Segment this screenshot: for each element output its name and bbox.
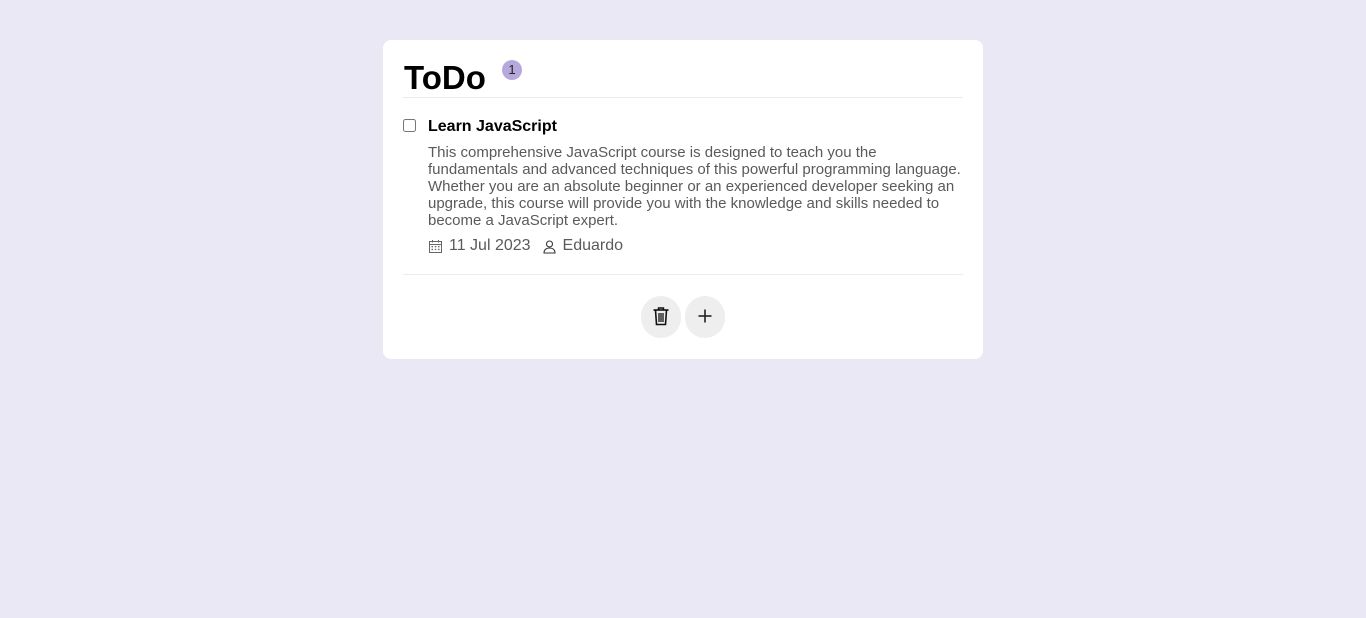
action-bar [383,296,983,338]
delete-button[interactable] [641,296,681,338]
calendar-icon [428,239,443,254]
todo-checkbox[interactable] [403,119,416,132]
todo-description: This comprehensive JavaScript course is … [428,144,961,229]
plus-icon [698,309,712,326]
todo-meta: 11 Jul 2023 Eduardo [428,236,623,256]
todo-date: 11 Jul 2023 [449,237,531,254]
card-header: ToDo 1 [403,40,963,98]
todo-card: ToDo 1 Learn JavaScript This comprehensi… [383,40,983,359]
count-badge: 1 [502,60,522,80]
trash-icon [652,306,670,329]
todo-author: Eduardo [562,237,624,254]
todo-title: Learn JavaScript [428,118,557,135]
user-icon [542,239,557,254]
page-title: ToDo [404,59,486,96]
todo-item: Learn JavaScript This comprehensive Java… [403,98,963,275]
add-button[interactable] [685,296,725,338]
